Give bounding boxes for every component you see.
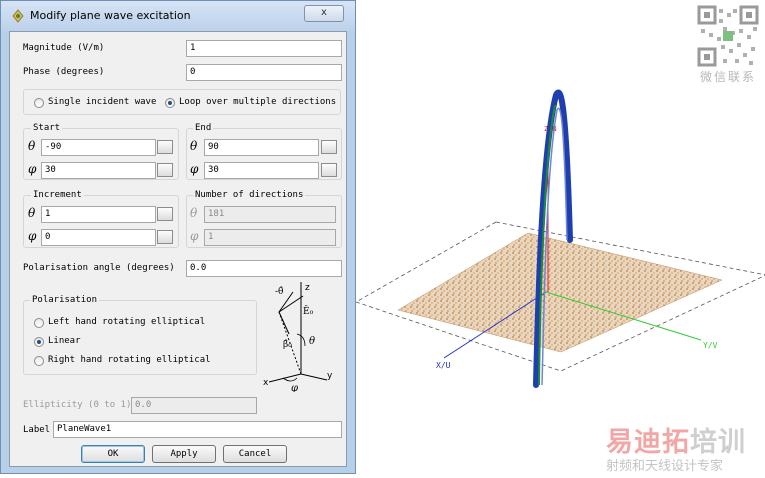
start-phi-input[interactable]: 30 (41, 162, 156, 179)
end-phi-symbol: φ (190, 162, 199, 176)
start-theta-symbol: θ (28, 139, 36, 153)
start-theta-picker-icon[interactable] (157, 140, 173, 154)
start-phi-symbol: φ (28, 162, 37, 176)
polarisation-diagram: z -θ̂ Ē₀ β̂₀ θ x y φ (263, 282, 333, 392)
end-theta-picker-icon[interactable] (321, 140, 337, 154)
diagram-e-label: Ē₀ (303, 305, 314, 317)
increment-theta-symbol: θ (28, 206, 36, 220)
diagram-y-label: y (327, 371, 333, 381)
end-title: End (193, 123, 214, 133)
brand-part-a: 易迪拓 (606, 427, 690, 458)
loop-directions-radio[interactable] (165, 98, 175, 108)
num-phi-symbol: φ (190, 229, 199, 243)
diagram-theta-label: θ (309, 336, 315, 347)
brand-part-b: 培训 (690, 427, 746, 458)
left-hand-radio[interactable] (34, 318, 44, 328)
start-phi-picker-icon[interactable] (157, 163, 173, 177)
title-bar[interactable]: Modify plane wave excitation x (1, 1, 355, 31)
single-incident-radio[interactable] (34, 98, 44, 108)
phase-input[interactable]: 0 (186, 64, 342, 81)
magnitude-label: Magnitude (V/m) (23, 43, 105, 53)
ellipticity-label: Ellipticity (0 to 1) (23, 400, 132, 410)
end-theta-input[interactable]: 90 (204, 139, 319, 156)
dialog-body: Magnitude (V/m) 1 Phase (degrees) 0 Sing… (9, 31, 347, 467)
increment-theta-picker-icon[interactable] (157, 207, 173, 221)
diagram-theta-hat-label: -θ̂ (275, 286, 283, 297)
end-phi-input[interactable]: 30 (204, 162, 319, 179)
linear-label: Linear (48, 336, 81, 346)
loop-directions-label: Loop over multiple directions (179, 97, 337, 107)
plane-wave-dialog: Modify plane wave excitation x Magnitude… (0, 0, 356, 474)
polarisation-title: Polarisation (30, 295, 100, 305)
cancel-button[interactable]: Cancel (223, 445, 287, 463)
increment-phi-picker-icon[interactable] (157, 230, 173, 244)
label-input[interactable]: PlaneWave1 (53, 421, 342, 438)
diagram-beta-label: β̂₀ (283, 339, 292, 350)
x-axis-label: X/U (436, 361, 451, 370)
num-theta-field: 181 (204, 206, 336, 223)
qr-code-icon (697, 5, 759, 67)
num-directions-title: Number of directions (193, 190, 306, 200)
linear-radio[interactable] (34, 337, 44, 347)
end-phi-picker-icon[interactable] (321, 163, 337, 177)
ellipticity-field: 0.0 (131, 397, 257, 414)
increment-phi-input[interactable]: 0 (41, 229, 156, 246)
label-field-label: Label (23, 425, 51, 435)
brand-watermark: 易迪拓培训 (606, 420, 746, 459)
close-button[interactable]: x (304, 5, 344, 22)
right-hand-radio[interactable] (34, 356, 44, 366)
qr-caption: 微信联系 (699, 70, 756, 84)
left-hand-label: Left hand rotating elliptical (48, 317, 206, 327)
right-hand-label: Right hand rotating elliptical (48, 355, 211, 365)
apply-button[interactable]: Apply (152, 445, 216, 463)
increment-title: Increment (31, 190, 84, 200)
end-theta-symbol: θ (190, 139, 198, 153)
ok-button[interactable]: OK (81, 445, 145, 463)
ground-plane (397, 232, 723, 353)
polarisation-angle-label: Polarisation angle (degrees) (23, 263, 175, 273)
brand-tagline: 射频和天线设计专家 (606, 459, 724, 474)
start-theta-input[interactable]: -90 (41, 139, 156, 156)
diagram-phi-label: φ (291, 383, 298, 392)
increment-phi-symbol: φ (28, 229, 37, 243)
start-title: Start (31, 123, 63, 133)
increment-theta-input[interactable]: 1 (41, 206, 156, 223)
diagram-z-label: z (305, 283, 310, 293)
diagram-x-label: x (263, 378, 269, 388)
phase-label: Phase (degrees) (23, 67, 105, 77)
y-axis-label: Y/V (703, 341, 718, 350)
app-icon (12, 9, 24, 23)
single-incident-label: Single incident wave (48, 97, 157, 107)
num-theta-symbol: θ (190, 206, 198, 220)
dialog-title: Modify plane wave excitation (30, 9, 191, 22)
num-phi-field: 1 (204, 229, 336, 246)
magnitude-input[interactable]: 1 (186, 40, 342, 57)
